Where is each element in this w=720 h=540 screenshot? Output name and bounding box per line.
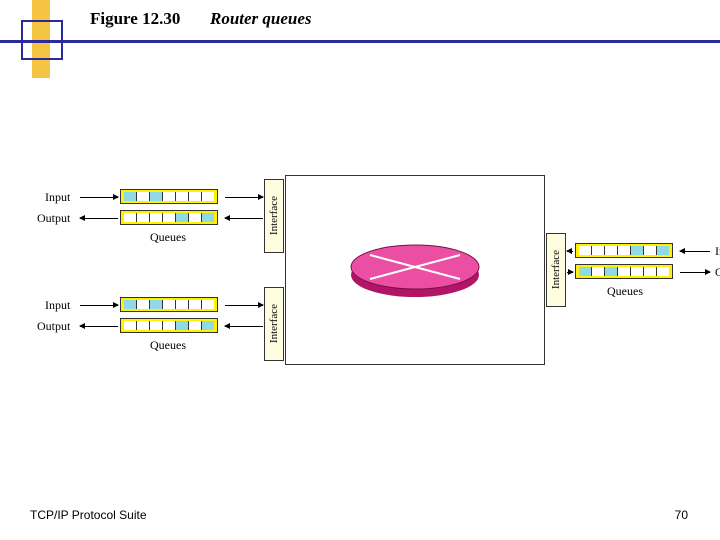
- arrow-icon: [225, 197, 263, 198]
- queue-cell: [124, 321, 136, 330]
- queue-cell: [201, 192, 214, 201]
- queue-cell: [162, 321, 175, 330]
- queue-cell: [656, 246, 669, 255]
- queues-label: Queues: [150, 230, 186, 245]
- queue-cell: [149, 213, 162, 222]
- queue-cell: [630, 246, 643, 255]
- output-label: Output: [37, 319, 70, 334]
- queue-cell: [188, 321, 201, 330]
- input-label: Input: [45, 298, 70, 313]
- queue-cell: [617, 267, 630, 276]
- figure-title: Router queues: [210, 9, 312, 29]
- arrow-icon: [80, 197, 118, 198]
- queue-cell: [201, 321, 214, 330]
- queue-cell: [630, 267, 643, 276]
- router-box: [285, 175, 545, 365]
- interface-label: Interface: [268, 196, 280, 235]
- queue-cell: [579, 246, 591, 255]
- queue: [120, 297, 218, 312]
- interface-label: Interface: [268, 304, 280, 343]
- queue-cell: [604, 267, 617, 276]
- queue-cell: [617, 246, 630, 255]
- queue-cell: [643, 246, 656, 255]
- queue-cell: [124, 213, 136, 222]
- arrow-icon: [225, 326, 263, 327]
- queue-cell: [162, 300, 175, 309]
- arrow-icon: [680, 272, 710, 273]
- queue-cell: [136, 192, 149, 201]
- queues-label: Queues: [150, 338, 186, 353]
- queue-cell: [201, 213, 214, 222]
- queue-cell: [201, 300, 214, 309]
- queue-cell: [149, 300, 162, 309]
- queue-cell: [188, 213, 201, 222]
- interface-label: Interface: [550, 250, 562, 289]
- corner-decoration: [0, 0, 65, 78]
- queue-cell: [162, 213, 175, 222]
- queue-cell: [175, 321, 188, 330]
- horizontal-rule: [0, 40, 720, 43]
- queue-cell: [188, 300, 201, 309]
- queue: [575, 243, 673, 258]
- queue-cell: [136, 213, 149, 222]
- queue-cell: [604, 246, 617, 255]
- queue-cell: [656, 267, 669, 276]
- queue-cell: [149, 321, 162, 330]
- queue-cell: [579, 267, 591, 276]
- queue-cell: [175, 300, 188, 309]
- queue-cell: [149, 192, 162, 201]
- queue-cell: [175, 213, 188, 222]
- router-diagram: Interface Interface Interface Input Outp…: [35, 175, 685, 395]
- input-label: Input: [715, 244, 720, 259]
- arrow-icon: [80, 305, 118, 306]
- queue-cell: [124, 192, 136, 201]
- arrow-icon: [80, 326, 118, 327]
- slide: Figure 12.30 Router queues Interface Int…: [0, 0, 720, 540]
- interface-left-top: Interface: [264, 179, 284, 253]
- arrow-icon: [680, 251, 710, 252]
- queue-cell: [175, 192, 188, 201]
- queue-cell: [591, 246, 604, 255]
- page-number: 70: [675, 508, 688, 522]
- queue-cell: [591, 267, 604, 276]
- figure-number: Figure 12.30: [90, 9, 180, 29]
- interface-left-bottom: Interface: [264, 287, 284, 361]
- arrow-icon: [225, 305, 263, 306]
- queues-label: Queues: [607, 284, 643, 299]
- footer-text: TCP/IP Protocol Suite: [30, 508, 147, 522]
- switch-fabric-icon: [340, 235, 490, 305]
- arrow-icon: [225, 218, 263, 219]
- queue-cell: [162, 192, 175, 201]
- queue-cell: [643, 267, 656, 276]
- queue-cell: [136, 321, 149, 330]
- arrow-icon: [80, 218, 118, 219]
- arrow-icon: [567, 272, 573, 273]
- queue: [120, 189, 218, 204]
- queue-cell: [124, 300, 136, 309]
- output-label: Output: [715, 265, 720, 280]
- arrow-icon: [567, 251, 573, 252]
- queue-cell: [136, 300, 149, 309]
- queue: [120, 210, 218, 225]
- interface-right: Interface: [546, 233, 566, 307]
- queue-cell: [188, 192, 201, 201]
- queue: [575, 264, 673, 279]
- output-label: Output: [37, 211, 70, 226]
- queue: [120, 318, 218, 333]
- input-label: Input: [45, 190, 70, 205]
